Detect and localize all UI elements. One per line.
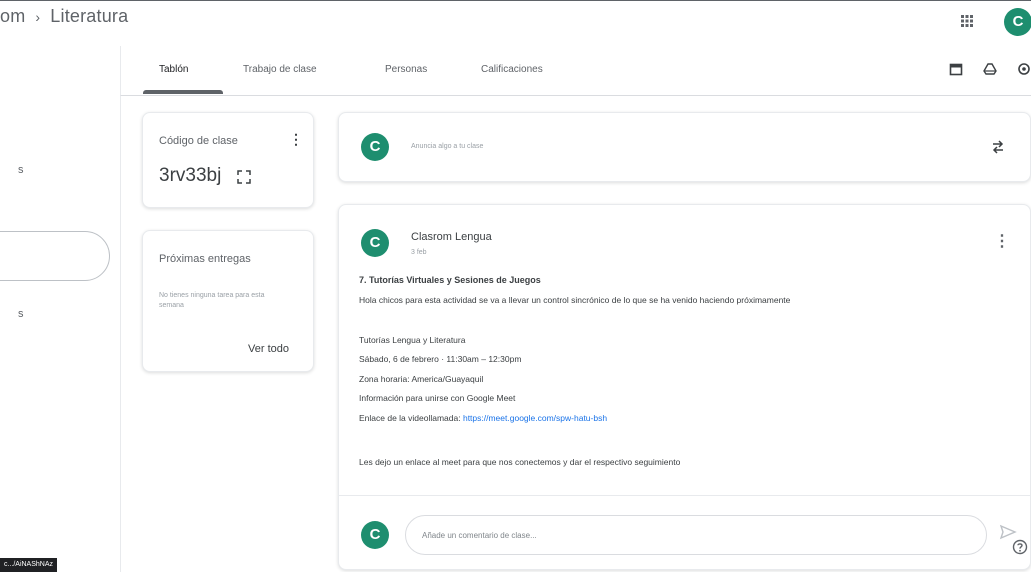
class-code-card: Código de clase ⋮ 3rv33bj bbox=[142, 112, 314, 208]
view-all-link[interactable]: Ver todo bbox=[248, 343, 289, 355]
announcement-post: C Clasrom Lengua 3 feb ⋮ 7. Tutorías Vir… bbox=[338, 204, 1031, 570]
post-more-icon[interactable]: ⋮ bbox=[994, 231, 1010, 251]
upcoming-work-card: Próximas entregas No tienes ninguna tare… bbox=[142, 230, 314, 372]
sidebar-selected-item[interactable] bbox=[0, 231, 110, 281]
sidebar-divider bbox=[120, 96, 121, 572]
upcoming-empty-text: No tienes ninguna tarea para esta semana bbox=[159, 292, 265, 309]
post-text-line: Zona horaria: America/Guayaquil bbox=[359, 374, 484, 384]
tab-calificaciones[interactable]: Calificaciones bbox=[481, 64, 543, 75]
class-code-title: Código de clase bbox=[159, 135, 238, 147]
breadcrumb-current[interactable]: Literatura bbox=[50, 6, 128, 26]
announce-card[interactable]: C Anuncia algo a tu clase bbox=[338, 112, 1031, 182]
post-link-label: Enlace de la videollamada: bbox=[359, 413, 461, 423]
upcoming-title: Próximas entregas bbox=[159, 253, 251, 265]
sidebar-item-partial[interactable]: s bbox=[18, 164, 24, 176]
post-divider bbox=[339, 495, 1030, 496]
window-top-border bbox=[0, 0, 1031, 7]
post-text-line: Sábado, 6 de febrero · 11:30am – 12:30pm bbox=[359, 354, 522, 364]
sidebar-item-partial[interactable]: s bbox=[18, 308, 24, 320]
comment-placeholder: Añade un comentario de clase... bbox=[422, 531, 537, 540]
settings-icon[interactable] bbox=[1017, 62, 1031, 76]
post-text-line: Tutorías Lengua y Literatura bbox=[359, 335, 466, 345]
tab-trabajo-de-clase[interactable]: Trabajo de clase bbox=[243, 64, 317, 75]
breadcrumb-separator: › bbox=[35, 9, 41, 25]
announce-avatar: C bbox=[361, 133, 389, 161]
post-text-line: Les dejo un enlace al meet para que nos … bbox=[359, 457, 681, 467]
repost-icon[interactable] bbox=[990, 139, 1006, 155]
tab-tablon[interactable]: Tablón bbox=[159, 64, 188, 75]
active-tab-indicator bbox=[143, 90, 223, 94]
class-code-more-icon[interactable]: ⋮ bbox=[289, 131, 303, 148]
drive-icon[interactable] bbox=[983, 62, 997, 76]
breadcrumb: om › Literatura bbox=[0, 6, 128, 27]
calendar-icon[interactable] bbox=[949, 62, 963, 76]
fullscreen-icon[interactable] bbox=[237, 170, 251, 184]
breadcrumb-parent[interactable]: om bbox=[0, 6, 25, 26]
post-author-avatar: C bbox=[361, 229, 389, 257]
class-tabs-bar: Tablón Trabajo de clase Personas Calific… bbox=[120, 46, 1031, 96]
class-code-value: 3rv33bj bbox=[159, 165, 222, 186]
account-avatar[interactable]: C bbox=[1004, 8, 1031, 36]
help-icon[interactable] bbox=[1012, 539, 1028, 555]
post-author: Clasrom Lengua bbox=[411, 231, 492, 243]
announce-placeholder[interactable]: Anuncia algo a tu clase bbox=[411, 143, 483, 150]
apps-grid-icon[interactable] bbox=[960, 14, 974, 28]
post-heading: 7. Tutorías Virtuales y Sesiones de Jueg… bbox=[359, 275, 541, 285]
meet-link[interactable]: https://meet.google.com/spw-hatu-bsh bbox=[463, 413, 607, 423]
comment-avatar: C bbox=[361, 521, 389, 549]
post-text-line: Información para unirse con Google Meet bbox=[359, 393, 516, 403]
post-text-line: Hola chicos para esta actividad se va a … bbox=[359, 295, 791, 305]
tab-personas[interactable]: Personas bbox=[385, 64, 427, 75]
class-comment-input[interactable]: Añade un comentario de clase... bbox=[405, 515, 987, 555]
link-status-tooltip: c.../AiNAShNAz bbox=[0, 558, 58, 572]
post-link-line: Enlace de la videollamada: https://meet.… bbox=[359, 413, 607, 423]
post-time: 3 feb bbox=[411, 249, 427, 256]
